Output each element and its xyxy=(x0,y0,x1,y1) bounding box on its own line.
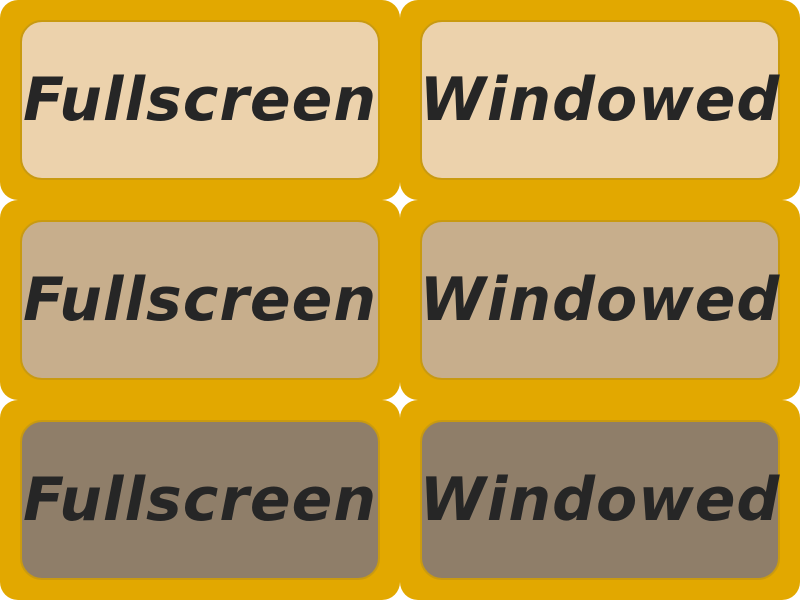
windowed-tile-hover: Windowed xyxy=(400,200,800,400)
fullscreen-button-hover[interactable]: Fullscreen xyxy=(20,220,380,380)
fullscreen-tile-normal: Fullscreen xyxy=(0,0,400,200)
fullscreen-tile-hover: Fullscreen xyxy=(0,200,400,400)
windowed-label: Windowed xyxy=(419,265,781,335)
fullscreen-label: Fullscreen xyxy=(22,265,378,335)
fullscreen-tile-pressed: Fullscreen xyxy=(0,400,400,600)
windowed-tile-pressed: Windowed xyxy=(400,400,800,600)
fullscreen-label: Fullscreen xyxy=(22,65,378,135)
fullscreen-button-normal[interactable]: Fullscreen xyxy=(20,20,380,180)
button-sprite-sheet: Fullscreen Windowed Fullscreen Windowed … xyxy=(0,0,800,600)
fullscreen-button-pressed[interactable]: Fullscreen xyxy=(20,420,380,580)
windowed-button-pressed[interactable]: Windowed xyxy=(420,420,780,580)
windowed-tile-normal: Windowed xyxy=(400,0,800,200)
windowed-label: Windowed xyxy=(419,65,781,135)
windowed-button-normal[interactable]: Windowed xyxy=(420,20,780,180)
windowed-button-hover[interactable]: Windowed xyxy=(420,220,780,380)
fullscreen-label: Fullscreen xyxy=(22,465,378,535)
windowed-label: Windowed xyxy=(419,465,781,535)
